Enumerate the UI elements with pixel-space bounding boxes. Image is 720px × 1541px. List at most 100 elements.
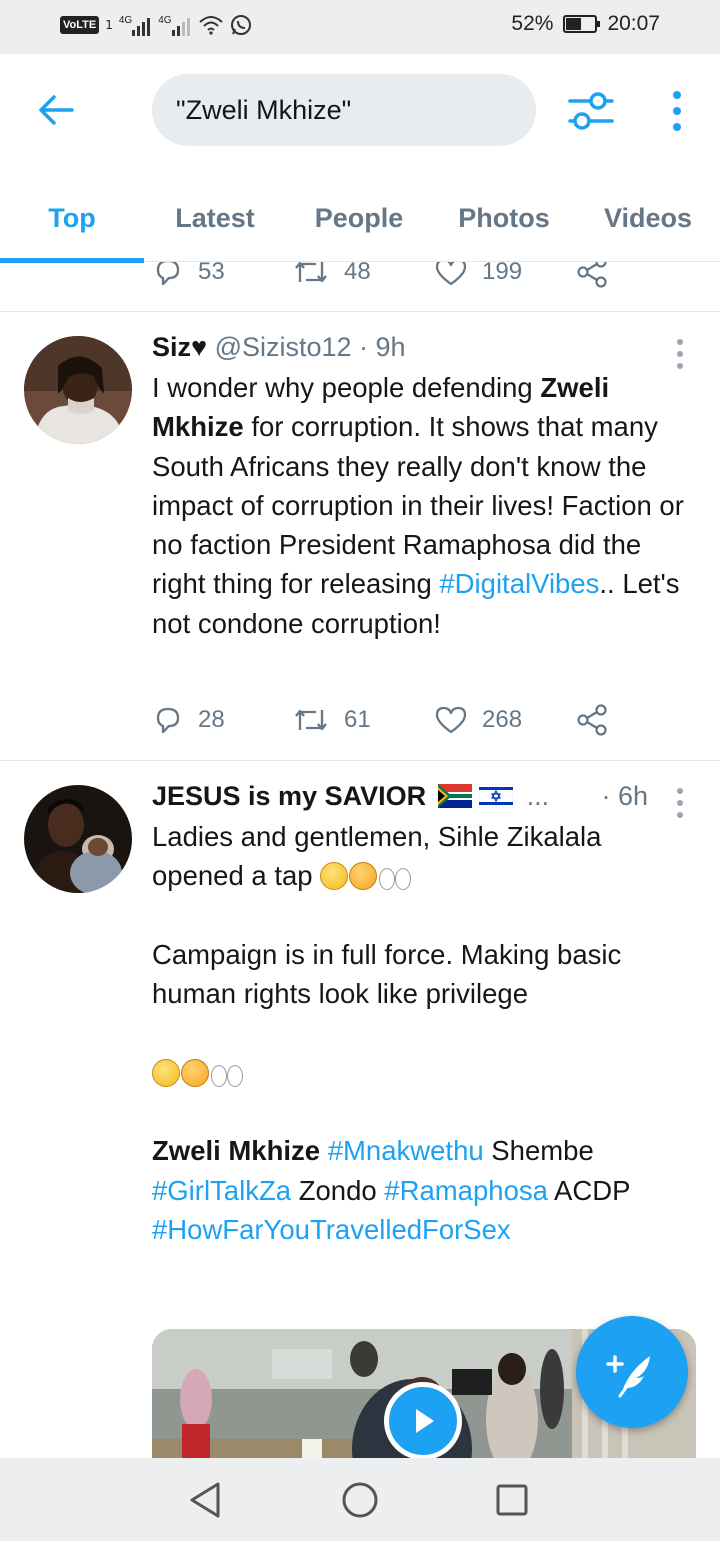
nav-recents-button[interactable] — [490, 1478, 534, 1522]
tweet-actions: 28 61 268 — [152, 704, 610, 736]
hashtag-link[interactable]: #Ramaphosa — [384, 1175, 548, 1206]
compose-tweet-button[interactable] — [576, 1316, 688, 1428]
like-count: 268 — [482, 706, 523, 733]
hashtag-line: Zweli Mkhize #Mnakwethu Shembe #GirlTalkZ… — [152, 1131, 692, 1249]
like-icon — [435, 706, 467, 734]
author-handle[interactable]: @Sizisto12 — [215, 332, 352, 362]
whatsapp-icon — [230, 15, 251, 35]
retweet-button[interactable]: 48 — [292, 262, 434, 287]
share-icon — [577, 704, 607, 736]
israel-flag-icon — [478, 783, 514, 809]
weary-face-icon — [349, 862, 378, 891]
author-name[interactable]: JESUS is my SAVIOR — [152, 781, 426, 811]
nav-home-icon — [342, 1482, 378, 1518]
weary-face-icon — [181, 1058, 209, 1087]
search-tabs: Top Latest People Photos Videos — [0, 174, 720, 263]
text-segment: Zondo — [291, 1174, 385, 1206]
more-options-button[interactable] — [660, 86, 694, 136]
reply-count: 28 — [198, 706, 225, 733]
battery-icon — [563, 15, 601, 33]
like-button[interactable]: 268 — [434, 705, 576, 735]
tweet-time: 9h — [375, 332, 406, 362]
text-segment: ACDP — [547, 1174, 631, 1206]
battery-percent: 52% — [511, 12, 554, 35]
tab-top[interactable]: Top — [0, 174, 144, 263]
tab-people[interactable]: People — [286, 174, 432, 262]
avatar[interactable] — [24, 336, 132, 444]
search-query: "Zweli Mkhize" — [176, 94, 352, 125]
retweet-count: 61 — [344, 706, 371, 733]
face-with-rolling-eyes-icon — [320, 862, 349, 891]
name-ellipsis: ... — [526, 781, 550, 811]
nav-back-button[interactable] — [184, 1478, 228, 1522]
hashtag-link[interactable]: #Mnakwethu — [328, 1135, 484, 1166]
reply-icon — [156, 262, 180, 286]
system-nav-bar — [0, 1458, 720, 1541]
text-line: opened a tap — [152, 856, 692, 895]
more-vertical-icon — [673, 91, 681, 131]
text-line: Campaign is in full force. Making basic … — [152, 938, 622, 1010]
share-icon — [577, 262, 607, 288]
sim-number: 1 — [105, 18, 113, 32]
hashtag-link[interactable]: #HowFarYouTravelledForSex — [152, 1214, 511, 1245]
reply-button[interactable]: 53 — [152, 262, 292, 288]
eyes-icon — [210, 1063, 244, 1087]
search-highlight: Zweli Mkhize — [152, 1135, 321, 1167]
retweet-icon — [295, 262, 327, 283]
tab-videos[interactable]: Videos — [576, 174, 720, 262]
retweet-icon — [295, 709, 327, 731]
like-icon — [435, 262, 467, 286]
retweet-button[interactable]: 61 — [292, 705, 434, 735]
back-button[interactable] — [34, 88, 78, 132]
reply-count: 53 — [198, 262, 225, 285]
text-segment: Shembe — [483, 1135, 594, 1167]
text-line: Ladies and gentlemen, Sihle Zikalala — [152, 821, 602, 852]
volte-badge: VoLTE — [60, 16, 100, 34]
status-right: 52% 20:07 — [511, 12, 660, 36]
tweet-text: I wonder why people defending Zweli Mkhi… — [152, 368, 692, 643]
video-play-button[interactable] — [384, 1382, 462, 1458]
like-count: 199 — [482, 262, 523, 285]
filter-icon — [568, 92, 614, 130]
play-icon — [416, 1409, 434, 1433]
tweet-header: JESUS is my SAVIOR ... · 6h — [152, 781, 648, 812]
hashtag-link[interactable]: #DigitalVibes — [439, 568, 599, 599]
status-left: VoLTE 1 4G 4G — [60, 14, 252, 36]
tweet-text: Ladies and gentlemen, Sihle Zikalala ope… — [152, 817, 692, 1249]
prev-tweet-actions: 53 48 199 — [152, 262, 610, 288]
meta-separator: · — [351, 332, 376, 362]
tweet-card[interactable]: Siz♥ @Sizisto12 · 9h I wonder why people… — [0, 312, 720, 760]
back-arrow-icon — [39, 95, 74, 125]
share-button[interactable] — [576, 262, 610, 288]
nav-recents-icon — [496, 1484, 528, 1516]
retweet-count: 48 — [344, 262, 371, 285]
like-button[interactable]: 199 — [434, 262, 576, 287]
hashtag-link[interactable]: #GirlTalkZa — [152, 1175, 291, 1206]
tweet-time: · 6h — [601, 781, 648, 811]
reply-icon — [156, 707, 180, 734]
nav-back-icon — [190, 1482, 220, 1518]
status-bar: VoLTE 1 4G 4G 52% 20:07 — [0, 0, 720, 54]
tweet-header: Siz♥ @Sizisto12 · 9h — [152, 332, 406, 363]
wifi-icon — [198, 16, 223, 35]
tab-photos[interactable]: Photos — [432, 174, 576, 262]
nav-home-button[interactable] — [338, 1478, 382, 1522]
clock: 20:07 — [607, 12, 660, 35]
search-header: "Zweli Mkhize" — [0, 54, 720, 174]
signal-icon-2: 4G — [158, 15, 191, 36]
tab-latest[interactable]: Latest — [144, 174, 286, 262]
text-segment: I wonder why people defending — [152, 372, 541, 403]
eyes-icon — [378, 866, 412, 891]
reply-button[interactable]: 28 — [152, 704, 292, 736]
face-with-rolling-eyes-icon — [152, 1058, 180, 1087]
share-button[interactable] — [576, 704, 610, 736]
search-results-feed: 53 48 199 Siz♥ @Sizisto12 · 9h I wonder … — [0, 262, 720, 1458]
south-africa-flag-icon — [437, 784, 472, 808]
compose-icon — [606, 1355, 650, 1398]
search-input[interactable]: "Zweli Mkhize" — [152, 74, 536, 146]
search-filter-button[interactable] — [566, 86, 616, 136]
author-name[interactable]: Siz♥ — [152, 332, 207, 362]
emoji-line — [152, 1053, 692, 1092]
avatar[interactable] — [24, 785, 132, 893]
signal-icon-1: 4G — [119, 15, 152, 36]
